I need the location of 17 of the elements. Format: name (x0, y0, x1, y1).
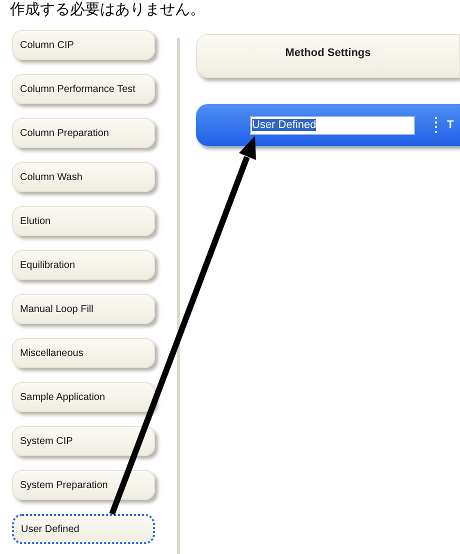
method-button[interactable]: Manual Loop Fill (12, 294, 155, 324)
method-button[interactable]: Column Performance Test (12, 74, 155, 104)
side-label: T (447, 119, 454, 131)
method-button[interactable]: System Preparation (12, 470, 155, 500)
method-button[interactable]: Column CIP (12, 30, 155, 60)
method-name-field[interactable]: User Defined (250, 116, 415, 134)
method-button[interactable]: Elution (12, 206, 155, 236)
method-button[interactable]: Column Wash (12, 162, 155, 192)
dotted-line-icon (435, 117, 437, 133)
method-button[interactable]: System CIP (12, 426, 155, 456)
method-button[interactable]: User Defined (12, 514, 155, 544)
method-button[interactable]: Sample Application (12, 382, 155, 412)
caption-text: 作成する必要はありません。 (9, 0, 206, 18)
method-button[interactable]: Column Preparation (12, 118, 155, 148)
method-settings-header: Method Settings (196, 34, 460, 78)
method-button[interactable]: Equilibration (12, 250, 155, 280)
method-button[interactable]: Miscellaneous (12, 338, 155, 368)
